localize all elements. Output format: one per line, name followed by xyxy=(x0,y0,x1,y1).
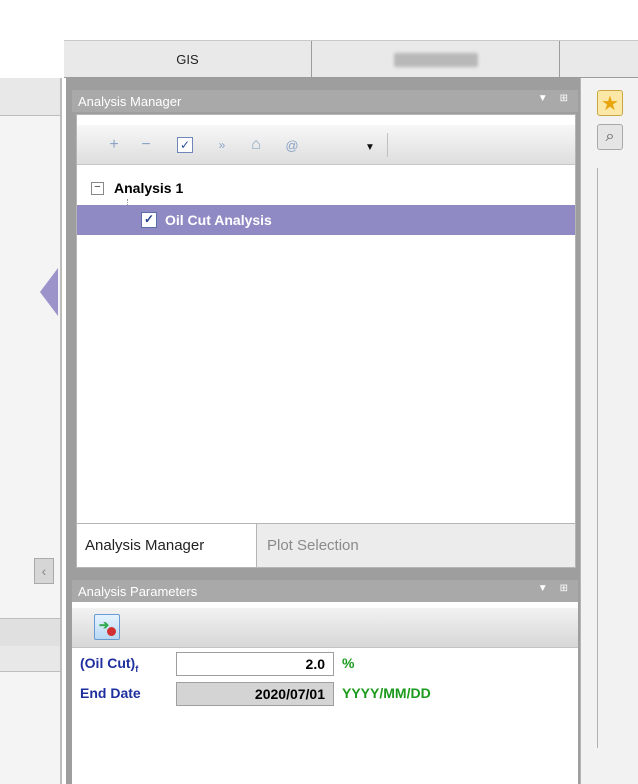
tab-gis[interactable]: GIS xyxy=(64,41,312,78)
dropdown-arrow-icon[interactable]: ▼ xyxy=(538,93,548,104)
right-side-toolbar: ★ ⌕ xyxy=(580,78,638,784)
param-label-subscript: f xyxy=(135,663,139,674)
analysis-parameters-content: ➔ (Oil Cut)f 2.0 % End Date 2020/07/01 Y… xyxy=(72,602,578,784)
tab-label: Plot Selection xyxy=(267,537,359,554)
search-icon[interactable]: ⌕ xyxy=(597,124,623,150)
analysis-manager-titlebar: Analysis Manager ▼ ⊞ xyxy=(72,90,578,112)
dropdown-arrow-icon[interactable]: ▼ xyxy=(363,137,377,157)
left-panel-row xyxy=(0,646,60,672)
apply-parameters-button[interactable]: ➔ xyxy=(94,614,120,640)
divider xyxy=(597,168,598,748)
left-panel-row xyxy=(0,618,60,648)
tab-plot-selection[interactable]: Plot Selection xyxy=(259,524,419,567)
top-tab-bar: GIS xyxy=(64,40,638,78)
toolbar-separator xyxy=(387,133,388,157)
home-icon[interactable]: ⌂ xyxy=(247,135,265,155)
oil-cut-unit: % xyxy=(342,655,355,671)
redacted-label xyxy=(393,52,478,67)
dropdown-arrow-icon[interactable]: ▼ xyxy=(538,583,548,594)
tree-item-oil-cut-analysis[interactable]: ✓ Oil Cut Analysis xyxy=(77,205,575,235)
analysis-manager-content: + − ✓ » ⌂ @ ▼ − Analysis 1 ✓ Oil Cut Ana… xyxy=(76,114,576,524)
oil-cut-input[interactable]: 2.0 xyxy=(176,652,334,676)
tab-label: Analysis Manager xyxy=(85,537,205,554)
tab-analysis-manager[interactable]: Analysis Manager xyxy=(77,524,257,567)
chevron-left-icon: ‹ xyxy=(41,563,47,579)
tree-item-analysis-1[interactable]: − Analysis 1 xyxy=(91,177,183,199)
pin-icon[interactable]: ⊞ xyxy=(560,583,568,594)
at-icon[interactable]: @ xyxy=(283,135,301,155)
analysis-toolbar: + − ✓ » ⌂ @ ▼ xyxy=(77,125,575,165)
tree-item-label: Analysis 1 xyxy=(114,180,184,196)
analysis-parameters-titlebar: Analysis Parameters ▼ ⊞ xyxy=(72,580,578,602)
collapse-left-button[interactable]: ‹ xyxy=(34,558,54,584)
end-date-field[interactable]: 2020/07/01 xyxy=(176,682,334,706)
oil-cut-label: (Oil Cut)f xyxy=(80,655,138,674)
end-date-label: End Date xyxy=(80,685,141,701)
plus-icon[interactable]: + xyxy=(105,135,123,155)
checkbox-icon[interactable]: ✓ xyxy=(141,212,157,228)
end-date-format: YYYY/MM/DD xyxy=(342,685,431,701)
left-selection-marker xyxy=(40,268,58,316)
collapse-expander-icon[interactable]: − xyxy=(91,181,104,195)
left-panel-header xyxy=(0,78,60,116)
stop-icon xyxy=(107,627,116,636)
tree-item-label: Oil Cut Analysis xyxy=(165,212,272,228)
checkbox-icon[interactable]: ✓ xyxy=(177,137,193,153)
chevron-double-down-icon[interactable]: » xyxy=(213,135,231,155)
favorites-star-icon[interactable]: ★ xyxy=(597,90,623,116)
panel-tab-bar: Analysis Manager Plot Selection xyxy=(76,524,576,568)
tab-redacted[interactable] xyxy=(312,41,560,78)
analysis-parameters-title: Analysis Parameters xyxy=(78,583,198,599)
param-label-main: (Oil Cut) xyxy=(80,655,136,671)
minus-icon[interactable]: − xyxy=(137,135,155,155)
analysis-manager-title: Analysis Manager xyxy=(78,93,182,109)
parameters-toolbar: ➔ xyxy=(72,608,578,648)
pin-icon[interactable]: ⊞ xyxy=(560,93,568,104)
tab-gis-label: GIS xyxy=(176,52,199,67)
left-side-panel: ‹ xyxy=(0,78,62,784)
